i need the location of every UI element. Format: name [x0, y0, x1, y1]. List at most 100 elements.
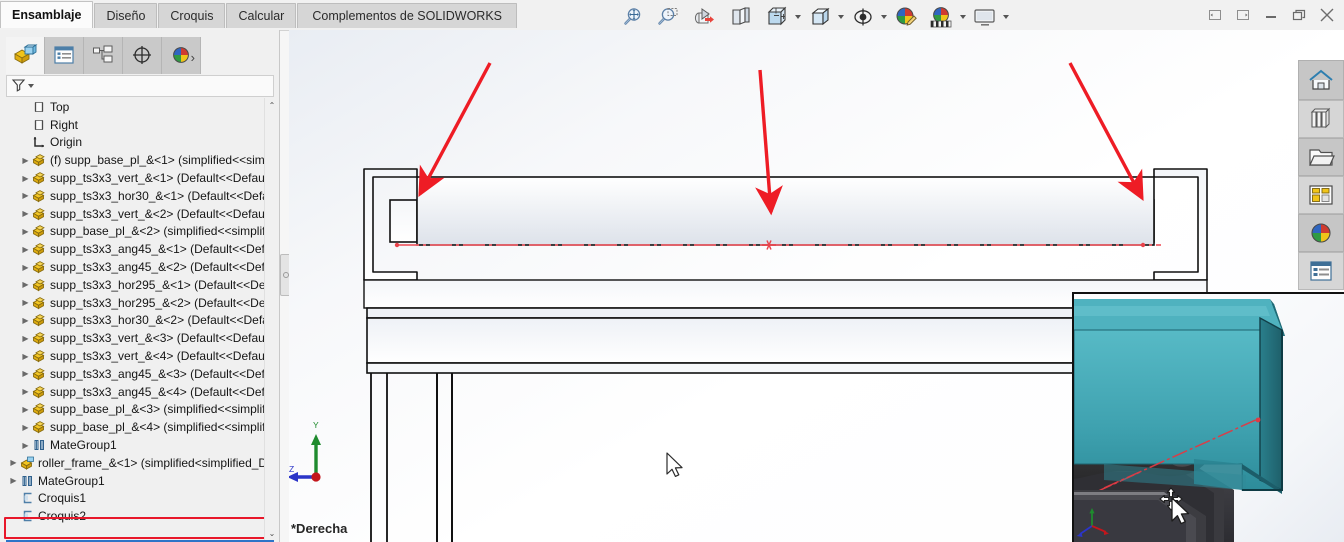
scroll-up-button[interactable]: ⌃ [265, 98, 279, 112]
view-command-toolbar [616, 2, 1009, 32]
chevron-down-icon[interactable] [28, 84, 34, 88]
dimxpert-manager-tab[interactable] [123, 36, 162, 74]
hide-show-components-icon[interactable] [803, 3, 837, 31]
section-view-icon[interactable] [688, 3, 722, 31]
chevron-down-icon[interactable] [1003, 15, 1009, 19]
expand-arrow-icon[interactable]: ▶ [20, 316, 31, 325]
hide-show-items-icon[interactable] [846, 3, 880, 31]
tree-item-supp-ts3x3-vert-2-default-default-di[interactable]: ▶ supp_ts3x3_vert_&<2> (Default<<Default>… [6, 205, 274, 223]
appearances-scenes-icon[interactable] [1298, 214, 1344, 252]
tree-item-supp-ts3x3-hor30-2-default-default[interactable]: ▶ supp_ts3x3_hor30_&<2> (Default<<Default… [6, 312, 274, 330]
tree-item-supp-ts3x3-hor30-1-default-default[interactable]: ▶ supp_ts3x3_hor30_&<1> (Default<<Default… [6, 187, 274, 205]
feature-manager-tab[interactable] [6, 36, 45, 74]
tree-item-origin[interactable]: Origin [6, 134, 274, 152]
chevron-down-icon[interactable] [838, 15, 844, 19]
view-palette-icon[interactable] [1298, 176, 1344, 214]
funnel-icon [11, 77, 27, 96]
tree-item-croquis2[interactable]: Croquis2 [6, 507, 274, 525]
tree-vertical-scrollbar[interactable]: ⌃ ⌄ [264, 98, 279, 540]
ribbon-tab-croquis[interactable]: Croquis [158, 3, 226, 28]
tree-item-supp-ts3x3-hor295-2-default-default[interactable]: ▶ supp_ts3x3_hor295_&<2> (Default<<Defaul… [6, 294, 274, 312]
plane-icon [31, 100, 47, 114]
expand-arrow-icon[interactable]: ▶ [20, 298, 31, 307]
library-icon[interactable] [1298, 100, 1344, 138]
tree-item-mategroup1[interactable]: ▶ MateGroup1 [6, 472, 274, 490]
apply-scene-button[interactable] [925, 3, 966, 31]
chevron-down-icon[interactable] [881, 15, 887, 19]
apply-scene-icon[interactable] [925, 3, 959, 31]
custom-properties-icon[interactable] [1298, 252, 1344, 290]
tree-item-supp-ts3x3-ang45-1-default-default[interactable]: ▶ supp_ts3x3_ang45_&<1> (Default<<Default… [6, 240, 274, 258]
maximize-icon[interactable] [1286, 2, 1312, 28]
close-icon[interactable] [1314, 2, 1340, 28]
expand-arrow-icon[interactable]: ▶ [20, 209, 31, 218]
tree-item-supp-ts3x3-ang45-4-default-default[interactable]: ▶ supp_ts3x3_ang45_&<4> (Default<<Default… [6, 383, 274, 401]
plane-icon [31, 118, 47, 132]
tree-item-croquis1[interactable]: Croquis1 [6, 490, 274, 508]
display-style-button[interactable] [760, 3, 801, 31]
zoom-to-area-icon[interactable] [652, 3, 686, 31]
scroll-down-button[interactable]: ⌄ [265, 526, 279, 540]
component-icon [31, 420, 47, 434]
chevron-down-icon[interactable] [960, 15, 966, 19]
file-explorer-icon[interactable] [1298, 138, 1344, 176]
top-bar: Ensamblaje Diseño Croquis Calcular Compl… [0, 0, 1344, 31]
minimize-icon[interactable] [1258, 2, 1284, 28]
expand-arrow-icon[interactable]: ▶ [20, 245, 31, 254]
home-icon[interactable] [1298, 60, 1344, 100]
expand-arrow-icon[interactable]: ▶ [8, 476, 19, 485]
expand-arrow-icon[interactable]: ▶ [20, 405, 31, 414]
expand-arrow-icon[interactable]: ▶ [20, 174, 31, 183]
expand-arrow-icon[interactable]: ▶ [20, 280, 31, 289]
tree-item-supp-base-pl-3-simplified-simplified[interactable]: ▶ supp_base_pl_&<3> (simplified<<simplifi… [6, 401, 274, 419]
feature-tree-filter[interactable] [6, 75, 274, 97]
tree-item-supp-ts3x3-vert-1-default-default-di[interactable]: ▶ supp_ts3x3_vert_&<1> (Default<<Default>… [6, 169, 274, 187]
view-settings-icon[interactable] [968, 3, 1002, 31]
tree-item-supp-ts3x3-hor295-1-default-default[interactable]: ▶ supp_ts3x3_hor295_&<1> (Default<<Defaul… [6, 276, 274, 294]
restore-left-icon[interactable] [1202, 2, 1228, 28]
more-panel-tabs-icon[interactable]: › [191, 50, 195, 65]
expand-arrow-icon[interactable]: ▶ [20, 387, 31, 396]
tree-item-supp-base-pl-2-simplified-simplified[interactable]: ▶ supp_base_pl_&<2> (simplified<<simplifi… [6, 223, 274, 241]
tree-item-supp-ts3x3-ang45-2-default-default[interactable]: ▶ supp_ts3x3_ang45_&<2> (Default<<Default… [6, 258, 274, 276]
expand-arrow-icon[interactable]: ▶ [8, 458, 19, 467]
restore-right-icon[interactable] [1230, 2, 1256, 28]
3d-preview-inset[interactable] [1072, 292, 1344, 542]
expand-arrow-icon[interactable]: ▶ [20, 156, 31, 165]
expand-arrow-icon[interactable]: ▶ [20, 352, 31, 361]
ribbon-tab-complementos-solidworks[interactable]: Complementos de SOLIDWORKS [297, 3, 517, 28]
hide-show-items-button[interactable] [846, 3, 887, 31]
expand-arrow-icon[interactable]: ▶ [20, 423, 31, 432]
zoom-to-fit-icon[interactable] [616, 3, 650, 31]
tree-item-top[interactable]: Top [6, 98, 274, 116]
tree-item-mategroup1[interactable]: ▶ MateGroup1 [6, 436, 274, 454]
tree-item-supp-base-pl-4-simplified-simplified[interactable]: ▶ supp_base_pl_&<4> (simplified<<simplifi… [6, 418, 274, 436]
feature-manager-panel: › Top Right Origin ▶ (f) supp_base_pl_&<1> (… [0, 30, 280, 542]
ribbon-tab-calcular[interactable]: Calcular [226, 3, 297, 28]
configuration-manager-tab[interactable] [84, 36, 123, 74]
tree-item-supp-ts3x3-vert-3-default-default-di[interactable]: ▶ supp_ts3x3_vert_&<3> (Default<<Default>… [6, 329, 274, 347]
view-orientation-icon[interactable] [724, 3, 758, 31]
tree-item-roller-frame-1-simplified-simplified-display[interactable]: ▶ roller_frame_&<1> (simplified<simplifie… [6, 454, 274, 472]
expand-arrow-icon[interactable]: ▶ [20, 227, 31, 236]
chevron-down-icon[interactable] [795, 15, 801, 19]
view-settings-button[interactable] [968, 3, 1009, 31]
ribbon-tab-ensamblaje[interactable]: Ensamblaje [0, 1, 94, 28]
expand-arrow-icon[interactable]: ▶ [20, 369, 31, 378]
expand-arrow-icon[interactable]: ▶ [20, 191, 31, 200]
tree-item-right[interactable]: Right [6, 116, 274, 134]
ribbon-tab-diseno[interactable]: Diseño [94, 3, 158, 28]
tree-item-label: supp_ts3x3_ang45_&<2> (Default<<Default>… [50, 260, 274, 275]
hide-show-components-button[interactable] [803, 3, 844, 31]
tree-item-supp-ts3x3-ang45-3-default-default[interactable]: ▶ supp_ts3x3_ang45_&<3> (Default<<Default… [6, 365, 274, 383]
tree-item-f-supp-base-pl-1-simplified-simplifie[interactable]: ▶ (f) supp_base_pl_&<1> (simplified<<simp… [6, 151, 274, 169]
edit-appearance-icon[interactable] [889, 3, 923, 31]
property-manager-tab[interactable] [45, 36, 84, 74]
display-manager-tab[interactable] [162, 36, 201, 74]
feature-tree[interactable]: Top Right Origin ▶ (f) supp_base_pl_&<1> (si… [6, 98, 274, 540]
expand-arrow-icon[interactable]: ▶ [20, 263, 31, 272]
display-style-icon[interactable] [760, 3, 794, 31]
expand-arrow-icon[interactable]: ▶ [20, 441, 31, 450]
expand-arrow-icon[interactable]: ▶ [20, 334, 31, 343]
tree-item-supp-ts3x3-vert-4-default-default-di[interactable]: ▶ supp_ts3x3_vert_&<4> (Default<<Default>… [6, 347, 274, 365]
